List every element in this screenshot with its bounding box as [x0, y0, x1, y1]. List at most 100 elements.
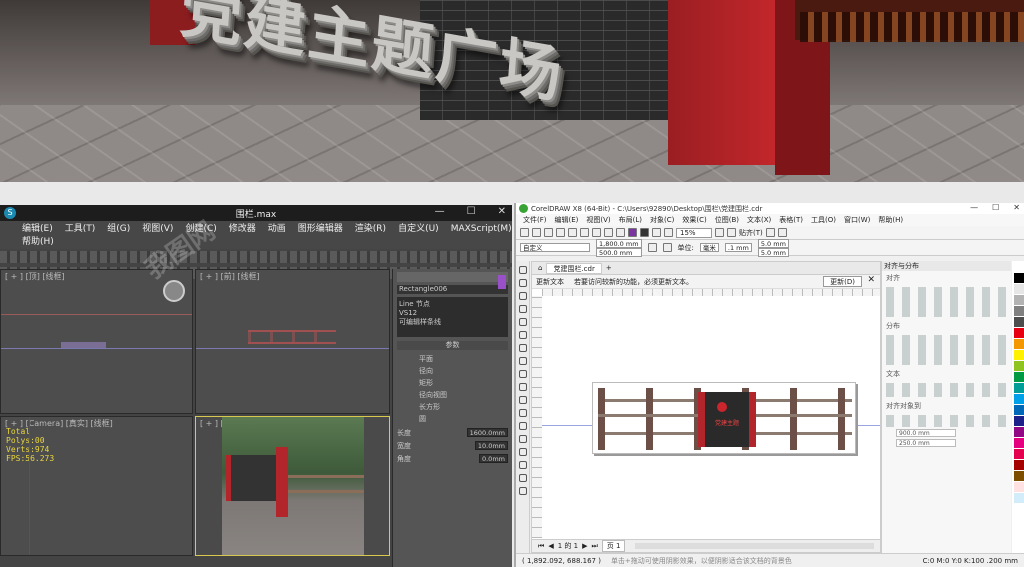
color-swatch[interactable]: [1014, 339, 1024, 349]
save-icon[interactable]: [544, 228, 553, 237]
modifier-stack-item[interactable]: Line 节点: [399, 299, 506, 309]
menu-view[interactable]: 视图(V): [142, 223, 173, 236]
menu-create[interactable]: 创建(C): [185, 223, 216, 236]
page-tab[interactable]: 页 1: [601, 540, 626, 552]
color-swatch[interactable]: [1014, 471, 1024, 481]
radio-option[interactable]: 径向视图: [419, 390, 512, 400]
landscape-icon[interactable]: [662, 243, 672, 252]
close-icon[interactable]: ✕: [1013, 203, 1020, 212]
menu-graph-editors[interactable]: 图形编辑器: [298, 223, 343, 236]
param-angle-input[interactable]: 0.0mm: [478, 454, 508, 463]
nudge-distance-input[interactable]: .1 mm: [724, 243, 752, 252]
viewport-left[interactable]: [ + ] [Camera] [真实] [线框] Total Polys:00 …: [0, 416, 193, 556]
menu-group[interactable]: 组(G): [107, 223, 130, 236]
pick-tool-icon[interactable]: [518, 266, 527, 274]
coreldraw-logo-icon[interactable]: [519, 204, 528, 213]
color-swatch[interactable]: [1014, 493, 1024, 503]
modifier-stack-item[interactable]: 可编辑样条线: [399, 317, 506, 327]
ellipse-tool-icon[interactable]: [518, 357, 527, 365]
menu-file[interactable]: 文件(F): [523, 215, 547, 225]
menu-rendering[interactable]: 渲染(R): [355, 223, 386, 236]
close-icon[interactable]: ✕: [867, 275, 875, 285]
max-main-toolbar[interactable]: [0, 251, 512, 263]
horizontal-scrollbar[interactable]: [635, 543, 874, 549]
duplicate-x-input[interactable]: 5.0 mm: [757, 238, 789, 248]
page-preset-select[interactable]: 自定义: [520, 243, 590, 252]
units-select[interactable]: 毫米: [699, 243, 719, 252]
color-swatch[interactable]: [1014, 438, 1024, 448]
color-swatch[interactable]: [1014, 317, 1024, 327]
next-page-icon[interactable]: ▶: [582, 542, 587, 550]
color-swatch[interactable]: [1014, 405, 1024, 415]
command-panel-tabs[interactable]: [397, 272, 508, 282]
rollout-header[interactable]: 参数: [397, 341, 508, 350]
color-swatch[interactable]: [1014, 295, 1024, 305]
fence-drawing[interactable]: 党建主题: [598, 388, 852, 450]
color-swatch[interactable]: [1014, 449, 1024, 459]
shape-tool-icon[interactable]: [518, 279, 527, 287]
add-tab-icon[interactable]: +: [606, 264, 612, 272]
full-screen-icon[interactable]: [715, 228, 724, 237]
new-document-icon[interactable]: [520, 228, 529, 237]
menu-tools[interactable]: 工具(T): [65, 223, 96, 236]
close-icon[interactable]: ✕: [498, 206, 506, 217]
interactive-fill-icon[interactable]: [518, 461, 527, 469]
zoom-tool-icon[interactable]: [518, 305, 527, 313]
modifier-stack-item[interactable]: VS12: [399, 309, 506, 317]
freehand-tool-icon[interactable]: [518, 318, 527, 326]
color-swatch[interactable]: [1014, 273, 1024, 283]
radio-option[interactable]: 径向: [419, 366, 512, 376]
color-swatch[interactable]: [1014, 372, 1024, 382]
color-swatch[interactable]: [1014, 416, 1024, 426]
viewport-front[interactable]: [ + ] [前] [线框]: [195, 269, 390, 414]
modifier-stack[interactable]: Line 节点 VS12 可编辑样条线: [397, 297, 508, 337]
radio-option[interactable]: 长方形: [419, 402, 512, 412]
menu-bitmaps[interactable]: 位图(B): [715, 215, 739, 225]
radio-option[interactable]: 平面: [419, 354, 512, 364]
shadow-tool-icon[interactable]: [518, 422, 527, 430]
smart-fill-icon[interactable]: [518, 474, 527, 482]
menu-effects[interactable]: 效果(C): [682, 215, 706, 225]
menu-view[interactable]: 视图(V): [586, 215, 610, 225]
viewport-perspective[interactable]: [ + ] [透视] [真实]: [195, 416, 390, 556]
menu-help[interactable]: 帮助(H): [878, 215, 903, 225]
object-name-field[interactable]: Rectangle006: [397, 285, 508, 294]
update-button[interactable]: 更新(D): [823, 276, 862, 287]
duplicate-y-input[interactable]: 5.0 mm: [757, 247, 789, 257]
connector-tool-icon[interactable]: [518, 409, 527, 417]
portrait-icon[interactable]: [647, 243, 657, 252]
home-icon[interactable]: ⌂: [538, 264, 542, 272]
color-swatch[interactable]: [1014, 306, 1024, 316]
menu-edit[interactable]: 编辑(E): [555, 215, 579, 225]
color-swatch[interactable]: [1014, 361, 1024, 371]
zoom-level-select[interactable]: 15%: [676, 227, 712, 238]
menu-edit[interactable]: 编辑(E): [22, 223, 53, 236]
viewport-top[interactable]: [ + ] [顶] [线框]: [0, 269, 193, 414]
x-position-input[interactable]: 900.0 mm: [896, 429, 956, 437]
radio-option[interactable]: 圆: [419, 414, 512, 424]
eyedropper-tool-icon[interactable]: [518, 448, 527, 456]
copy-icon[interactable]: [580, 228, 589, 237]
menu-layout[interactable]: 布局(L): [619, 215, 642, 225]
add-tool-icon[interactable]: [518, 487, 527, 495]
color-swatch[interactable]: [1014, 394, 1024, 404]
align-to-buttons[interactable]: [886, 415, 1007, 427]
dimension-tool-icon[interactable]: [518, 396, 527, 404]
distribute-buttons[interactable]: [886, 335, 1007, 365]
minimize-icon[interactable]: —: [970, 203, 978, 212]
crop-tool-icon[interactable]: [518, 292, 527, 300]
color-swatch[interactable]: [1014, 284, 1024, 294]
launcher-icon[interactable]: [777, 228, 787, 237]
rulers-icon[interactable]: [727, 228, 736, 237]
text-tool-icon[interactable]: [518, 383, 527, 391]
radio-option[interactable]: 矩形: [419, 378, 512, 388]
first-page-icon[interactable]: ⏮: [538, 542, 544, 551]
viewport-label[interactable]: [ + ] [前] [线框]: [200, 271, 260, 282]
object-color-swatch[interactable]: [498, 275, 506, 289]
menu-object[interactable]: 对象(C): [650, 215, 674, 225]
rectangle-tool-icon[interactable]: [518, 344, 527, 352]
undo-icon[interactable]: [604, 228, 613, 237]
color-swatch[interactable]: [1014, 262, 1024, 272]
page-width-input[interactable]: 1,800.0 mm: [596, 238, 642, 248]
menu-table[interactable]: 表格(T): [779, 215, 803, 225]
